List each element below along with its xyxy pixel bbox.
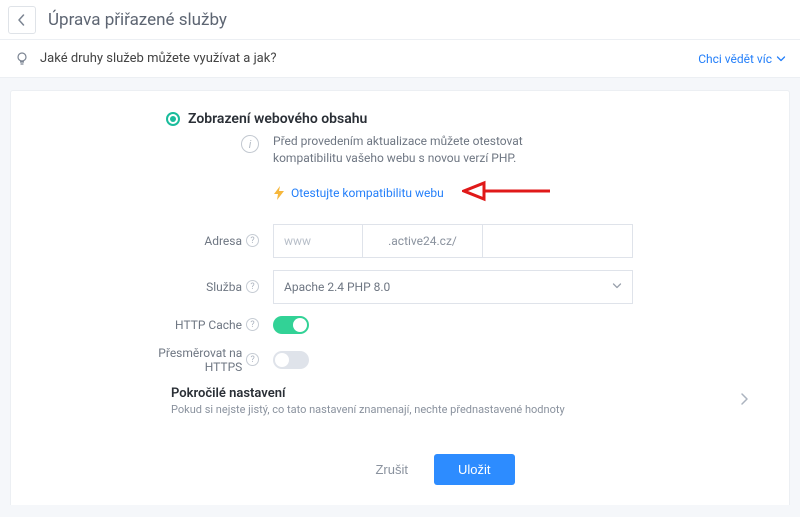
banner-more-link-text: Chci vědět víc	[698, 52, 772, 66]
row-address: Adresa ? www .active24.cz/	[121, 224, 759, 258]
advanced-settings-text: Pokročilé nastavení Pokud si nejste jist…	[171, 386, 565, 416]
address-subdomain-input[interactable]: www	[273, 224, 363, 258]
lightbulb-icon	[14, 51, 30, 67]
row-https-redirect: Přesměrovat na HTTPS ?	[121, 346, 759, 374]
test-compatibility-row: Otestujte kompatibilitu webu	[273, 178, 759, 208]
advanced-settings-subtitle: Pokud si nejste jistý, co tato nastavení…	[171, 403, 565, 416]
chevron-down-icon	[776, 54, 786, 64]
form-actions: Zrušit Uložit	[121, 454, 759, 485]
help-icon[interactable]: ?	[246, 318, 259, 331]
http-cache-label: HTTP Cache ?	[121, 318, 273, 332]
address-domain-segment: .active24.cz/	[363, 224, 483, 258]
main-panel: Zobrazení webového obsahu i Před provede…	[10, 90, 790, 505]
section-info: i Před provedením aktualizace můžete ote…	[241, 133, 759, 168]
radio-selected-icon	[166, 112, 180, 126]
address-input-group: www .active24.cz/	[273, 224, 633, 258]
service-label-text: Služba	[206, 280, 242, 294]
info-icon: i	[241, 135, 259, 153]
help-icon[interactable]: ?	[246, 234, 259, 247]
banner-question: Jaké druhy služeb můžete využívat a jak?	[40, 51, 698, 66]
service-label: Služba ?	[121, 280, 273, 294]
advanced-settings-title: Pokročilé nastavení	[171, 386, 565, 401]
help-icon[interactable]: ?	[246, 353, 259, 366]
service-select-value: Apache 2.4 PHP 8.0	[284, 280, 390, 294]
address-label-text: Adresa	[204, 234, 242, 248]
address-path-input[interactable]	[483, 224, 633, 258]
banner-more-link[interactable]: Chci vědět víc	[698, 52, 786, 66]
row-service: Služba ? Apache 2.4 PHP 8.0	[121, 270, 759, 304]
page-title: Úprava přiřazené služby	[48, 10, 227, 30]
http-cache-toggle[interactable]	[273, 316, 309, 334]
advanced-settings[interactable]: Pokročilé nastavení Pokud si nejste jist…	[171, 386, 759, 416]
back-button[interactable]	[8, 6, 36, 34]
chevron-down-icon	[612, 280, 622, 294]
section-info-text: Před provedením aktualizace můžete otest…	[273, 133, 593, 168]
test-compatibility-link[interactable]: Otestujte kompatibilitu webu	[291, 186, 444, 200]
section-web-content-title: Zobrazení webového obsahu	[188, 111, 367, 127]
section-web-content[interactable]: Zobrazení webového obsahu	[166, 111, 759, 127]
header-bar: Úprava přiřazené služby	[0, 0, 800, 40]
bolt-icon	[273, 186, 285, 200]
save-button[interactable]: Uložit	[434, 454, 515, 485]
cancel-button[interactable]: Zrušit	[365, 454, 418, 485]
https-redirect-toggle[interactable]	[273, 351, 309, 369]
https-redirect-label-text: Přesměrovat na HTTPS	[121, 346, 242, 374]
chevron-right-icon	[739, 392, 749, 410]
annotation-arrow-icon	[462, 178, 552, 208]
help-icon[interactable]: ?	[246, 280, 259, 293]
service-select[interactable]: Apache 2.4 PHP 8.0	[273, 270, 633, 304]
chevron-left-icon	[17, 14, 27, 26]
row-http-cache: HTTP Cache ?	[121, 316, 759, 334]
http-cache-label-text: HTTP Cache	[175, 318, 242, 332]
address-label: Adresa ?	[121, 234, 273, 248]
https-redirect-label: Přesměrovat na HTTPS ?	[121, 346, 273, 374]
info-banner: Jaké druhy služeb můžete využívat a jak?…	[0, 40, 800, 78]
